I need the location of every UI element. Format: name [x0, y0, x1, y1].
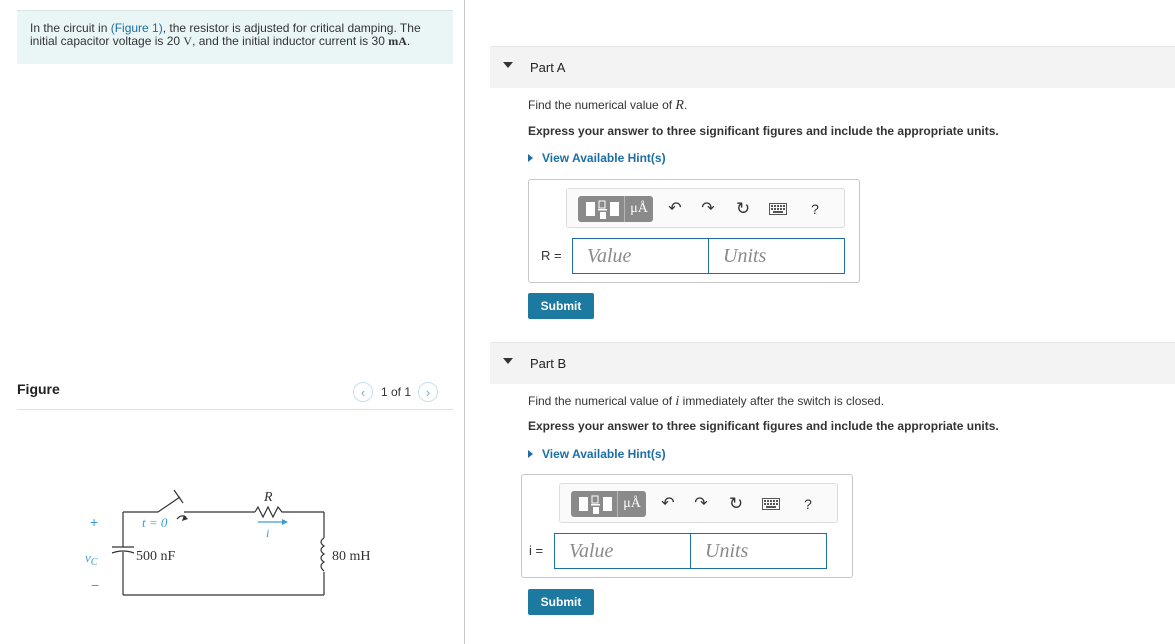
caret-down-icon — [503, 358, 513, 364]
switch-time-label: t = 0 — [142, 515, 168, 530]
keyboard-icon[interactable] — [760, 493, 782, 515]
part-a-submit-button[interactable]: Submit — [528, 293, 594, 319]
help-button[interactable]: ? — [804, 198, 826, 220]
part-b-question-pre: Find the numerical value of — [528, 394, 676, 408]
units-button[interactable]: μÅ — [617, 491, 646, 517]
keyboard-icon[interactable] — [767, 198, 789, 220]
part-b-header[interactable]: Part B — [490, 342, 1175, 384]
template-icon — [586, 200, 619, 219]
part-a-instruction: Express your answer to three significant… — [528, 124, 999, 138]
current-arrow-head — [282, 519, 288, 525]
redo-icon[interactable]: ↷ — [697, 198, 719, 220]
part-a-question-post: . — [683, 98, 688, 112]
unit-volts: V — [183, 34, 193, 48]
chevron-right-icon: › — [425, 384, 431, 400]
part-b-instruction: Express your answer to three significant… — [528, 419, 999, 433]
reset-icon[interactable]: ↻ — [725, 493, 747, 515]
figure-pager: ‹ 1 of 1 › — [353, 381, 439, 403]
resistor-label: R — [263, 490, 273, 505]
minus-sign: − — [91, 577, 99, 593]
part-a-question-var: R — [675, 98, 684, 113]
template-button[interactable] — [578, 196, 624, 222]
part-a-header[interactable]: Part A — [490, 46, 1175, 88]
switch-stop — [173, 489, 184, 504]
part-b-question-post: immediately after the switch is closed. — [679, 394, 885, 408]
units-button[interactable]: μÅ — [624, 196, 653, 222]
part-b-toolbar: μÅ ↶ ↷ ↻ ? — [559, 483, 838, 523]
part-a-toolbar: μÅ ↶ ↷ ↻ ? — [566, 188, 845, 228]
part-b-value-input[interactable]: Value — [554, 533, 691, 569]
figure-title: Figure — [17, 381, 60, 397]
inductor-value: 80 mH — [332, 549, 371, 564]
inductor-coil — [320, 537, 326, 572]
chevron-left-icon: ‹ — [360, 384, 366, 400]
part-a-question-pre: Find the numerical value of — [528, 98, 676, 112]
figure-link[interactable]: (Figure 1) — [111, 21, 163, 35]
plus-sign: + — [90, 514, 98, 530]
figure-divider — [17, 409, 453, 410]
left-panel: In the circuit in (Figure 1), the resist… — [0, 0, 465, 644]
caret-down-icon — [503, 62, 513, 68]
capacitor-value: 500 nF — [136, 549, 176, 564]
undo-icon[interactable]: ↶ — [664, 198, 686, 220]
part-b-units-input[interactable]: Units — [690, 533, 827, 569]
undo-icon[interactable]: ↶ — [657, 493, 679, 515]
part-a-hint-text: View Available Hint(s) — [542, 151, 666, 165]
circuit-diagram: R t = 0 i + − vC 500 nF 80 mH — [85, 489, 371, 596]
template-button[interactable] — [571, 491, 617, 517]
reset-icon[interactable]: ↻ — [732, 198, 754, 220]
problem-statement: In the circuit in (Figure 1), the resist… — [17, 10, 453, 64]
part-a-answer-box: μÅ ↶ ↷ ↻ ? R = Value Units — [528, 179, 860, 283]
resistor-zigzag — [254, 505, 285, 519]
problem-text-3: , and the initial inductor current is 30 — [192, 34, 389, 48]
problem-text-4: . — [406, 34, 411, 48]
part-b-question: Find the numerical value of i immediatel… — [528, 394, 884, 410]
switch-blade — [157, 496, 181, 513]
figure-counter: 1 of 1 — [381, 385, 412, 399]
part-b-hint-link[interactable]: View Available Hint(s) — [528, 447, 666, 461]
part-b-label: Part B — [530, 356, 567, 371]
part-a-value-input[interactable]: Value — [572, 238, 709, 274]
part-a-label: Part A — [530, 60, 566, 75]
part-b-var-label: i = — [529, 543, 544, 558]
part-b-answer-box: μÅ ↶ ↷ ↻ ? i = Value Units — [521, 474, 853, 578]
redo-icon[interactable]: ↷ — [690, 493, 712, 515]
vc-subscript: C — [91, 557, 98, 568]
right-panel: Part A Find the numerical value of R. Ex… — [490, 0, 1175, 644]
part-b-hint-text: View Available Hint(s) — [542, 447, 666, 461]
next-figure-button[interactable]: › — [418, 382, 439, 402]
part-a-units-input[interactable]: Units — [708, 238, 845, 274]
part-a-var-label: R = — [541, 248, 562, 263]
current-label: i — [266, 526, 269, 540]
unit-milliamps: mA — [388, 34, 407, 48]
help-button[interactable]: ? — [797, 493, 819, 515]
prev-figure-button[interactable]: ‹ — [353, 382, 373, 402]
caret-right-icon — [528, 154, 533, 162]
part-b-submit-button[interactable]: Submit — [528, 589, 594, 615]
part-a-question: Find the numerical value of R. — [528, 98, 687, 114]
vc-label: vC — [85, 550, 98, 568]
caret-right-icon — [528, 450, 533, 458]
template-icon — [579, 495, 612, 514]
part-a-hint-link[interactable]: View Available Hint(s) — [528, 151, 666, 165]
problem-text-1: In the circuit in — [30, 21, 111, 35]
